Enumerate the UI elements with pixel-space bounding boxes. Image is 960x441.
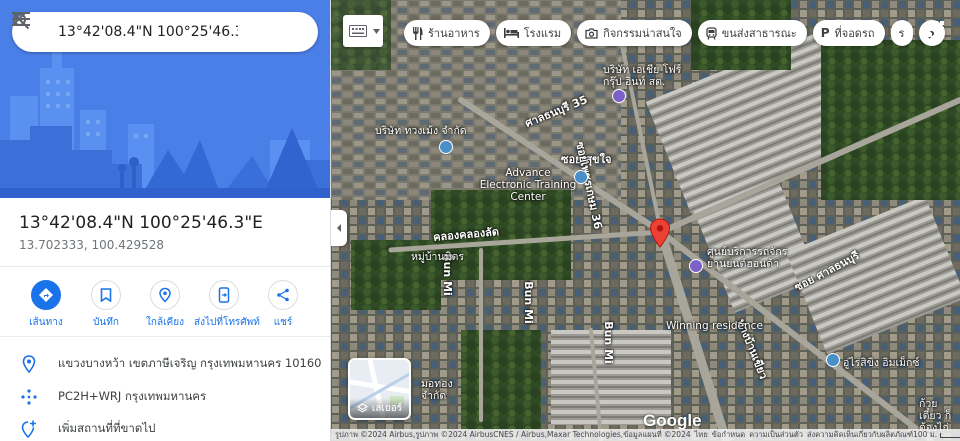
chip-label: โรงแรม: [523, 27, 562, 40]
chip-transit[interactable]: ขนส่งสาธารณะ: [697, 20, 807, 46]
send-to-phone-button[interactable]: ส่งไปที่โทรศัพท์: [194, 280, 260, 330]
transit-icon: [706, 26, 717, 40]
share-button[interactable]: แชร์: [253, 280, 313, 330]
chip-label: ที่จอดรถ: [834, 27, 875, 40]
poi-label[interactable]: มอทอง จำกัด: [421, 378, 461, 402]
layers-label: เลเยอร์: [371, 402, 403, 414]
category-chips: ร้านอาหาร โรงแรม กิจกรรมน่าสนใจ ขนส่งสาธ…: [404, 20, 945, 46]
nearby-button[interactable]: ใกล้เคียง: [135, 280, 195, 330]
poi-pin-icon[interactable]: [439, 140, 453, 154]
chip-label: ร้านอาหาร: [428, 27, 480, 40]
plus-code-text: PC2H+WRJ กรุงเทพมหานคร: [58, 389, 207, 403]
privacy-link[interactable]: ความเป็นส่วนตัว: [749, 429, 803, 441]
pin-outline-icon: [0, 355, 58, 373]
add-place-icon: [0, 420, 58, 438]
close-icon[interactable]: [12, 12, 318, 52]
bookmark-icon: [91, 280, 121, 310]
hotel-icon: [503, 28, 519, 38]
action-row: เส้นทาง บันทึก ใกล้เคียง ส่งไปที่โทรศัพท…: [0, 280, 330, 330]
location-pin-icon[interactable]: [649, 218, 671, 248]
send-to-phone-label: ส่งไปที่โทรศัพท์: [194, 317, 260, 328]
map-canvas[interactable]: ศาลธนบุรี 35 ซอย สุขใจ ซอยเพชรเกษม 36 คล…: [331, 0, 960, 441]
keyboard-icon: [349, 25, 367, 37]
chip-things-to-do[interactable]: กิจกรรมน่าสนใจ: [577, 20, 692, 46]
camera-icon: [585, 27, 598, 39]
address-row[interactable]: แขวงบางหว้า เขตภาษีเจริญ กรุงเทพมหานคร 1…: [0, 349, 330, 379]
poi-label[interactable]: Winning residence: [666, 320, 763, 332]
add-missing-place-row[interactable]: เพิ่มสถานที่ที่ขาดไป: [0, 414, 330, 441]
apps-grid-icon: [928, 21, 944, 37]
poi-label[interactable]: บริษัท ทวงเม้ง จำกัด: [375, 122, 467, 139]
address-text: แขวงบางหว้า เขตภาษีเจริญ กรุงเทพมหานคร 1…: [58, 356, 322, 370]
poi-label[interactable]: ศูนย์บริการรถจักรยานยนต์ฮอนด้า: [707, 246, 797, 270]
google-apps-button[interactable]: [925, 18, 947, 40]
google-logo: Google: [643, 411, 702, 430]
road-label: Bun Mi: [601, 321, 615, 364]
side-panel: 13°42'08.4"N 100°25'46.3"E 13°42'08.4"N …: [0, 0, 331, 441]
shopping-pin-icon[interactable]: [689, 259, 703, 273]
search-icon[interactable]: [13, 12, 278, 52]
restaurant-icon: [412, 26, 423, 40]
chip-label: ร: [898, 27, 905, 40]
nearby-label: ใกล้เคียง: [146, 317, 184, 328]
share-label: แชร์: [273, 317, 293, 328]
chip-pharmacy[interactable]: ร: [890, 20, 913, 46]
layers-icon: [356, 402, 368, 412]
map-footer: รูปภาพ ©2024 Airbus,รูปภาพ ©2024 AirbusC…: [331, 429, 960, 441]
search-input[interactable]: 13°42'08.4"N 100°25'46.3"E: [58, 24, 238, 40]
collapse-panel-button[interactable]: [331, 210, 347, 246]
chip-label: ขนส่งสาธารณะ: [721, 27, 797, 40]
feedback-link[interactable]: ส่งความคิดเห็นเกี่ยวกับผลิตภัณฑ์: [807, 429, 913, 441]
imagery-attribution: รูปภาพ ©2024 Airbus,รูปภาพ ©2024 AirbusC…: [335, 430, 691, 439]
directions-button[interactable]: เส้นทาง: [16, 280, 76, 330]
divider: [0, 266, 330, 267]
save-button[interactable]: บันทึก: [76, 280, 136, 330]
poi-label[interactable]: บริษัท เอเชีย โฟร์กรุ๊ป อินท์ สต.: [603, 64, 683, 88]
save-label: บันทึก: [93, 317, 119, 328]
chip-hotels[interactable]: โรงแรม: [495, 20, 572, 46]
send-to-phone-icon: [209, 280, 239, 310]
keyboard-shortcuts-button[interactable]: [343, 15, 383, 47]
terms-link[interactable]: ข้อกำหนด: [712, 429, 745, 441]
directions-label: เส้นทาง: [29, 317, 63, 328]
scale-bar: [940, 432, 960, 438]
divider: [0, 336, 330, 337]
place-decimal-coords: 13.702333, 100.429528: [19, 238, 165, 252]
poi-label[interactable]: อู่ไร่สิขิง อิมเม็กซ์: [843, 354, 920, 371]
parking-icon: P: [820, 26, 830, 40]
share-icon: [268, 280, 298, 310]
chip-restaurants[interactable]: ร้านอาหาร: [404, 20, 490, 46]
nearby-icon: [150, 280, 180, 310]
scale-label: 100 ม.: [913, 430, 938, 439]
directions-icon: [31, 280, 61, 310]
layers-button[interactable]: เลเยอร์: [348, 358, 411, 420]
search-box[interactable]: 13°42'08.4"N 100°25'46.3"E: [12, 12, 318, 52]
hero-illustration: 13°42'08.4"N 100°25'46.3"E: [0, 0, 330, 198]
plus-code-row[interactable]: PC2H+WRJ กรุงเทพมหานคร: [0, 382, 330, 412]
layers-label-bar: เลเยอร์: [350, 398, 409, 418]
add-missing-place-text: เพิ่มสถานที่ที่ขาดไป: [58, 421, 156, 435]
language-link[interactable]: ไทย: [695, 429, 708, 441]
plus-code-icon: [0, 389, 58, 405]
chevron-left-icon: [337, 224, 341, 232]
place-title: 13°42'08.4"N 100°25'46.3"E: [19, 213, 263, 233]
poi-label[interactable]: Advance Electronic Training Center: [478, 167, 578, 203]
poi-pin-icon[interactable]: [826, 353, 840, 367]
road-label: Bun Mi: [521, 281, 535, 324]
chip-label: กิจกรรมน่าสนใจ: [603, 27, 682, 40]
caret-down-icon: [373, 28, 380, 34]
map-scale[interactable]: 100 ม.: [913, 429, 960, 441]
map-label: หมู่บ้านมิตร: [411, 251, 464, 263]
chip-parking[interactable]: P ที่จอดรถ: [812, 20, 885, 46]
shopping-pin-icon[interactable]: [612, 89, 626, 103]
